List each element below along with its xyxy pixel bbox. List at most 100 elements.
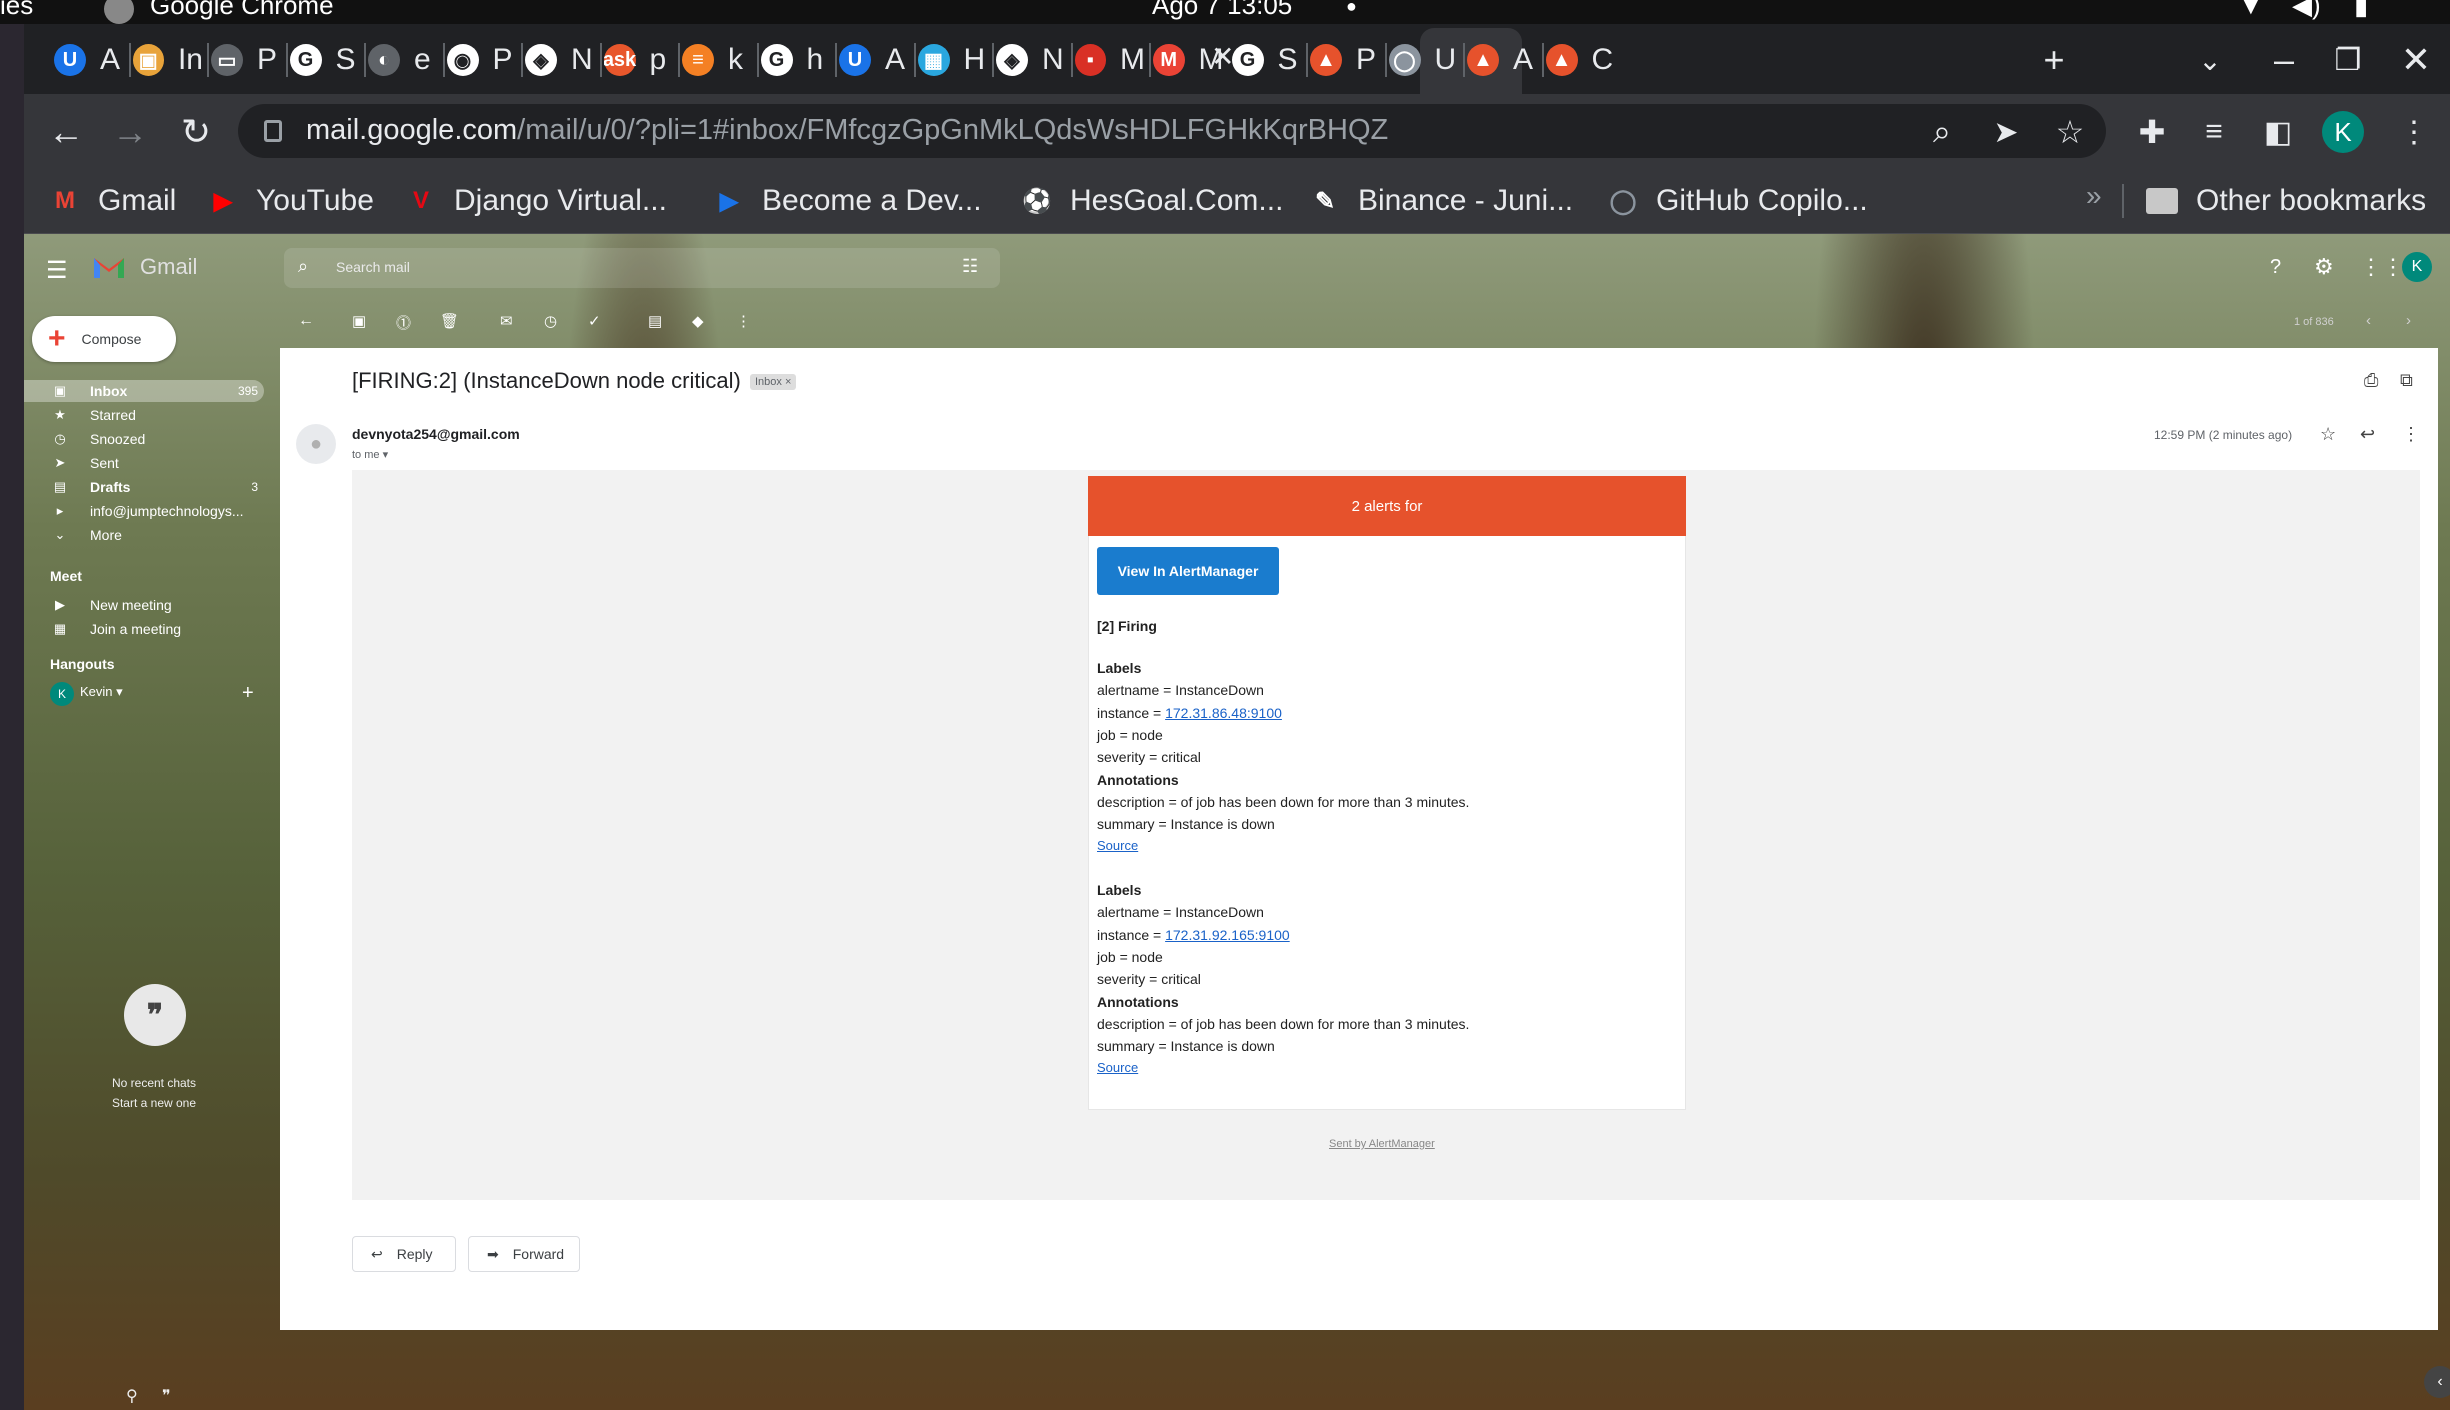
browser-tab[interactable]: ▲ P [1310,35,1381,85]
browser-tab[interactable]: ▭ P [211,35,282,85]
view-in-alertmanager-button[interactable]: View In AlertManager [1097,547,1279,595]
browser-tab[interactable]: ▣ In [132,35,203,85]
instance-link[interactable]: 172.31.86.48:9100 [1165,705,1282,721]
back-to-inbox-icon[interactable]: ← [298,312,314,330]
hangouts-user[interactable]: Kevin ▾ [80,684,123,700]
minimize-icon[interactable]: – [2262,38,2306,82]
sidebar-item[interactable]: ◷ Snoozed [40,428,264,450]
more-actions-icon[interactable]: ⋮ [736,312,751,330]
help-icon[interactable]: ? [2270,256,2281,279]
meet-item[interactable]: ▦ Join a meeting [40,618,264,640]
snooze-icon[interactable]: ◷ [544,312,557,330]
browser-tab[interactable]: ▪ M [1074,35,1145,85]
sidebar-item[interactable]: ▤ Drafts 3 [40,476,264,498]
gmail-logo-icon[interactable] [92,254,126,280]
active-app-name[interactable]: Google Chrome [150,0,334,21]
star-icon[interactable]: ☆ [2320,424,2336,445]
delete-icon[interactable]: 🗑︎ [440,312,459,330]
sidebar-item[interactable]: ➤ Sent [40,452,264,474]
recipient-details[interactable]: to me ▾ [352,448,388,461]
browser-tab[interactable]: GS [289,35,361,85]
print-icon[interactable]: ⎙ [2364,370,2378,391]
reload-icon[interactable]: ↻ [174,110,218,154]
browser-tab[interactable]: UA [54,35,125,85]
profile-avatar[interactable]: K [2322,111,2364,153]
message-more-icon[interactable]: ⋮ [2402,424,2420,445]
browser-tab[interactable]: ◐ e [368,35,439,85]
account-avatar[interactable]: K [2402,252,2432,282]
close-window-icon[interactable]: ✕ [2394,38,2438,82]
hangouts-avatar[interactable]: K [50,682,74,706]
browser-tab[interactable]: ▦ H [917,35,989,85]
chat-icon[interactable]: ❞ [162,1386,171,1406]
chrome-menu-icon[interactable]: ⋮ [2392,110,2436,154]
label-icon[interactable]: ◆ [692,312,704,330]
sender-avatar-icon[interactable]: ● [296,424,336,464]
browser-tab[interactable]: ◯ U [1388,35,1460,85]
restore-icon[interactable]: ❐ [2326,38,2370,82]
bookmark-item[interactable]: ▶ Become a Dev... [714,180,982,222]
browser-tab[interactable]: Gh [760,35,832,85]
new-tab-icon[interactable]: + [2032,38,2076,82]
reply-button[interactable]: ↩ Reply [352,1236,456,1272]
bookmark-item[interactable]: ◯ GitHub Copilo... [1608,180,1868,222]
side-panel-toggle-icon[interactable]: ‹ [2424,1366,2450,1398]
browser-tab[interactable]: UA [839,35,910,85]
reply-icon[interactable]: ↩ [2360,424,2375,445]
search-icon[interactable]: ⌕ [298,256,308,277]
bookmark-item[interactable]: ✎ Binance - Juni... [1310,180,1573,222]
inbox-label-chip[interactable]: Inbox × [750,374,797,390]
volume-icon[interactable]: ◀) [2292,0,2321,21]
open-new-window-icon[interactable]: ⧉ [2400,370,2413,391]
search-options-icon[interactable]: ☷ [962,256,978,277]
zoom-icon[interactable]: ⌕ [1920,110,1964,154]
clock[interactable]: Ago 7 13:05 [1152,0,1292,21]
sender-email[interactable]: devnyota254@gmail.com [352,426,520,442]
activities-label[interactable]: ies [0,0,33,21]
other-bookmarks[interactable]: Other bookmarks [2146,180,2426,222]
side-panel-icon[interactable]: ◧ [2256,110,2300,154]
sidebar-item[interactable]: ★ Starred [40,404,264,426]
apps-grid-icon[interactable]: ⋮⋮ [2360,254,2404,280]
browser-tab[interactable]: ◉ P [446,35,518,85]
extensions-icon[interactable]: ✚ [2130,110,2174,154]
source-link[interactable]: Source [1097,838,1138,853]
bookmark-item[interactable]: M Gmail [50,180,176,222]
browser-tab[interactable]: ▲ C [1545,35,1617,85]
forward-icon[interactable]: → [108,110,152,154]
sidebar-item[interactable]: ⌄ More [40,524,264,546]
contacts-icon[interactable]: ⚲ [126,1386,138,1406]
browser-tab[interactable]: ask p [603,35,675,85]
browser-tab[interactable]: ≡ k [682,35,753,85]
browser-tab[interactable]: GS [1231,35,1303,85]
sidebar-item[interactable]: ▣ Inbox 395 [24,380,264,402]
older-icon[interactable]: › [2406,312,2411,329]
tab-search-icon[interactable]: ⌄ [2188,38,2232,82]
bookmark-item[interactable]: V Django Virtual... [406,180,667,222]
forward-button[interactable]: ➡ Forward [468,1236,580,1272]
mark-unread-icon[interactable]: ✉ [500,312,513,330]
send-icon[interactable]: ➤ [1984,110,2028,154]
url-text[interactable]: mail.google.com/mail/u/0/?pli=1#inbox/FM… [306,114,1388,147]
bookmark-star-icon[interactable]: ☆ [2048,110,2092,154]
newer-icon[interactable]: ‹ [2366,312,2371,329]
bookmark-item[interactable]: ▶ YouTube [208,180,374,222]
battery-icon[interactable]: ▮ [2354,0,2368,21]
start-new-chat-link[interactable]: Start a new one [64,1096,244,1110]
compose-button[interactable]: + Compose [32,316,176,362]
add-task-icon[interactable]: ✓ [588,312,601,330]
bookmarks-overflow-icon[interactable]: » [2086,180,2102,212]
meet-item[interactable]: ▶ New meeting [40,594,264,616]
new-conversation-icon[interactable]: + [242,682,254,705]
main-menu-icon[interactable]: ☰ [46,256,68,285]
network-icon[interactable]: ▼ [2238,0,2264,21]
browser-tab[interactable]: ◈ N [996,35,1067,85]
sent-by-alertmanager-link[interactable]: Sent by AlertManager [1329,1138,1435,1150]
lock-icon[interactable] [264,120,282,142]
sidebar-item[interactable]: ▸ info@jumptechnologys... [40,500,264,522]
source-link[interactable]: Source [1097,1060,1138,1075]
report-spam-icon[interactable]: ⓵ [396,312,411,333]
browser-tab[interactable]: ▲ A [1467,35,1538,85]
browser-tab[interactable]: ◈ N [525,35,596,85]
back-icon[interactable]: ← [44,110,88,154]
